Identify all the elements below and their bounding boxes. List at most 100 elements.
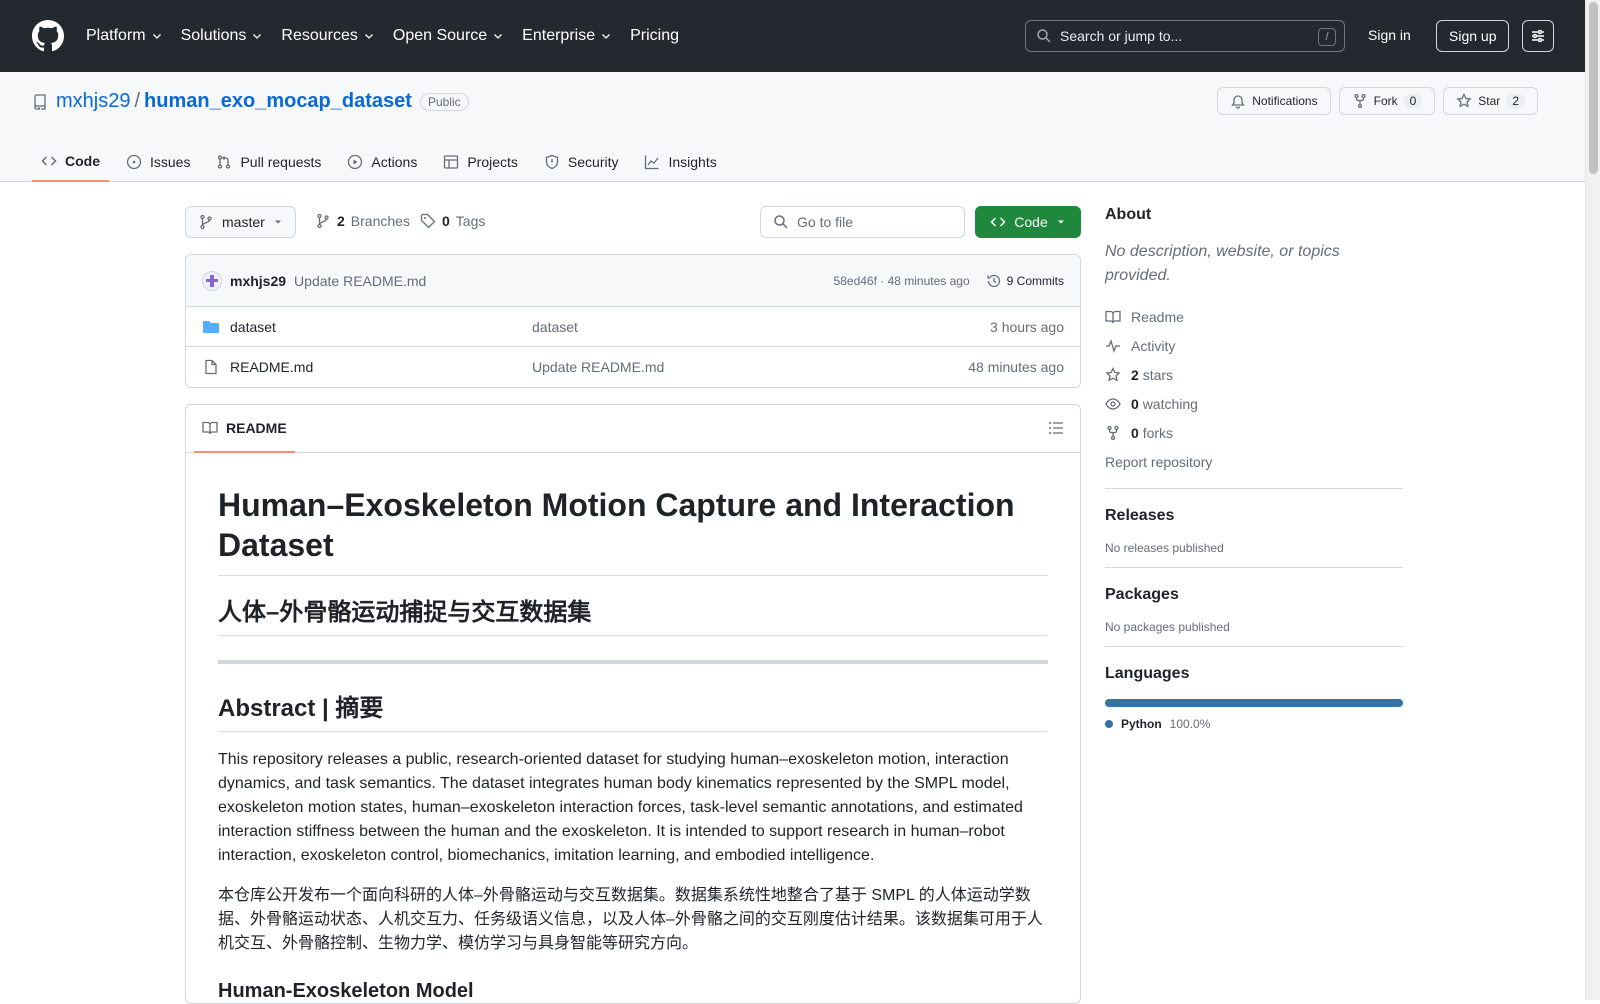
fork-label: Fork — [1373, 94, 1398, 108]
tab-insights[interactable]: Insights — [635, 142, 725, 182]
fork-button[interactable]: Fork 0 — [1338, 87, 1436, 115]
tab-code[interactable]: Code — [32, 142, 109, 182]
forks-count: 0 — [1131, 424, 1139, 441]
visibility-badge: Public — [419, 92, 469, 111]
divider — [218, 660, 1048, 664]
caret-down-icon — [274, 220, 281, 224]
branch-select-button[interactable]: master — [185, 206, 296, 238]
fork-icon — [1107, 425, 1119, 440]
file-commit-message[interactable]: Update README.md — [532, 359, 968, 375]
scrollbar-thumb[interactable] — [1589, 2, 1598, 174]
graph-icon — [645, 155, 659, 170]
chevron-down-icon — [253, 34, 262, 39]
readme-link[interactable]: Readme — [1105, 302, 1403, 331]
tab-projects[interactable]: Projects — [434, 142, 527, 182]
code-dropdown-button[interactable]: Code — [975, 206, 1081, 238]
commit-author-link[interactable]: mxhjs29 — [230, 273, 286, 289]
tab-pull-requests-label: Pull requests — [240, 154, 322, 170]
table-of-contents-button[interactable] — [1048, 420, 1064, 436]
tab-security-label: Security — [567, 154, 619, 170]
avatar[interactable] — [202, 270, 222, 291]
star-button[interactable]: Star 2 — [1443, 87, 1538, 115]
pull-request-icon — [218, 155, 231, 169]
issue-icon — [126, 154, 142, 170]
code-icon — [41, 156, 57, 166]
file-name-link[interactable]: dataset — [202, 319, 532, 335]
nav-resources[interactable]: Resources — [281, 27, 374, 45]
tab-actions[interactable]: Actions — [338, 142, 426, 182]
branches-label: Branches — [350, 213, 410, 229]
pulse-icon — [1106, 338, 1120, 353]
commit-hash-time[interactable]: 58ed46f · 48 minutes ago — [834, 274, 970, 288]
shield-icon — [545, 154, 559, 170]
readme-tab-label: README — [226, 419, 287, 436]
file-name-link[interactable]: README.md — [202, 359, 532, 375]
tab-pull-requests[interactable]: Pull requests — [207, 142, 330, 182]
eye-icon — [1105, 397, 1121, 410]
main-content: master 2 Branches 0 Tags Go to file Code — [185, 206, 1081, 1004]
about-description: No description, website, or topics provi… — [1105, 243, 1340, 284]
code-button-label: Code — [1014, 214, 1048, 230]
tab-actions-label: Actions — [371, 154, 418, 170]
nav-pricing[interactable]: Pricing — [630, 27, 679, 45]
readme-subtitle-cn: 人体–外骨骼运动捕捉与交互数据集 — [218, 592, 1048, 636]
notifications-button[interactable]: Notifications — [1217, 87, 1331, 115]
watching-count: 0 — [1131, 395, 1139, 412]
nav-platform[interactable]: Platform — [86, 27, 163, 45]
packages-heading[interactable]: Packages — [1105, 586, 1403, 604]
stars-link[interactable]: 2 stars — [1105, 360, 1403, 389]
nav-platform-label: Platform — [86, 27, 146, 44]
watching-link[interactable]: 0 watching — [1105, 389, 1403, 418]
history-icon — [987, 274, 1000, 287]
file-icon — [205, 359, 217, 375]
tab-issues-label: Issues — [150, 154, 191, 170]
page-scrollbar[interactable] — [1585, 0, 1600, 1000]
branches-link[interactable]: 2 Branches — [315, 213, 410, 229]
repo-name-link[interactable]: human_exo_mocap_dataset — [144, 90, 412, 113]
nav-solutions[interactable]: Solutions — [181, 27, 264, 45]
table-row: README.md Update README.md 48 minutes ag… — [186, 347, 1080, 387]
settings-menu-button[interactable] — [1522, 20, 1554, 52]
releases-heading[interactable]: Releases — [1105, 507, 1403, 525]
tab-insights-label: Insights — [668, 154, 717, 170]
fork-count: 0 — [1403, 94, 1423, 108]
chevron-down-icon — [602, 34, 611, 39]
tab-issues[interactable]: Issues — [117, 142, 199, 182]
abstract-paragraph-en: This repository releases a public, resea… — [218, 751, 1023, 864]
report-repository-link[interactable]: Report repository — [1105, 447, 1403, 476]
commit-message-link[interactable]: Update README.md — [294, 273, 426, 289]
forks-link[interactable]: 0 forks — [1105, 418, 1403, 447]
branches-count: 2 — [337, 213, 345, 229]
tab-security[interactable]: Security — [535, 142, 628, 182]
nav-enterprise-label: Enterprise — [522, 27, 596, 44]
activity-link[interactable]: Activity — [1105, 331, 1403, 360]
tags-link[interactable]: 0 Tags — [420, 213, 485, 229]
tab-projects-label: Projects — [467, 154, 518, 170]
file-date: 3 hours ago — [990, 318, 1064, 335]
sign-up-button[interactable]: Sign up — [1436, 20, 1510, 52]
readme-tab[interactable]: README — [194, 405, 295, 453]
search-input[interactable]: Search or jump to... / — [1025, 20, 1345, 52]
readme-title: Human–Exoskeleton Motion Capture and Int… — [218, 485, 1048, 576]
commit-meta: 58ed46f · 48 minutes ago 9 Commits — [834, 273, 1064, 289]
latest-commit-row: mxhjs29 Update README.md 58ed46f · 48 mi… — [186, 255, 1080, 307]
tags-label: Tags — [455, 213, 486, 229]
stars-count: 2 — [1131, 366, 1139, 383]
packages-section: Packages No packages published — [1105, 567, 1403, 634]
readme-tabs: README — [186, 405, 1080, 453]
commits-history-link[interactable]: 9 Commits — [986, 273, 1064, 289]
nav-enterprise[interactable]: Enterprise — [522, 27, 612, 45]
language-item[interactable]: Python 100.0% — [1105, 717, 1403, 731]
github-logo-icon[interactable] — [32, 20, 64, 52]
releases-section: Releases No releases published — [1105, 488, 1403, 555]
tab-code-label: Code — [65, 153, 100, 169]
repo-owner-link[interactable]: mxhjs29 — [56, 90, 130, 113]
search-placeholder: Search or jump to... — [1060, 28, 1183, 44]
file-commit-message[interactable]: dataset — [532, 319, 990, 335]
commits-count-label: 9 Commits — [1006, 273, 1064, 288]
nav-open-source[interactable]: Open Source — [393, 27, 504, 45]
sign-in-link[interactable]: Sign in — [1368, 27, 1411, 43]
go-to-file-input[interactable]: Go to file — [760, 206, 965, 238]
repo-path-separator: / — [134, 90, 141, 112]
repo-title: mxhjs29 / human_exo_mocap_dataset Public — [32, 90, 469, 113]
